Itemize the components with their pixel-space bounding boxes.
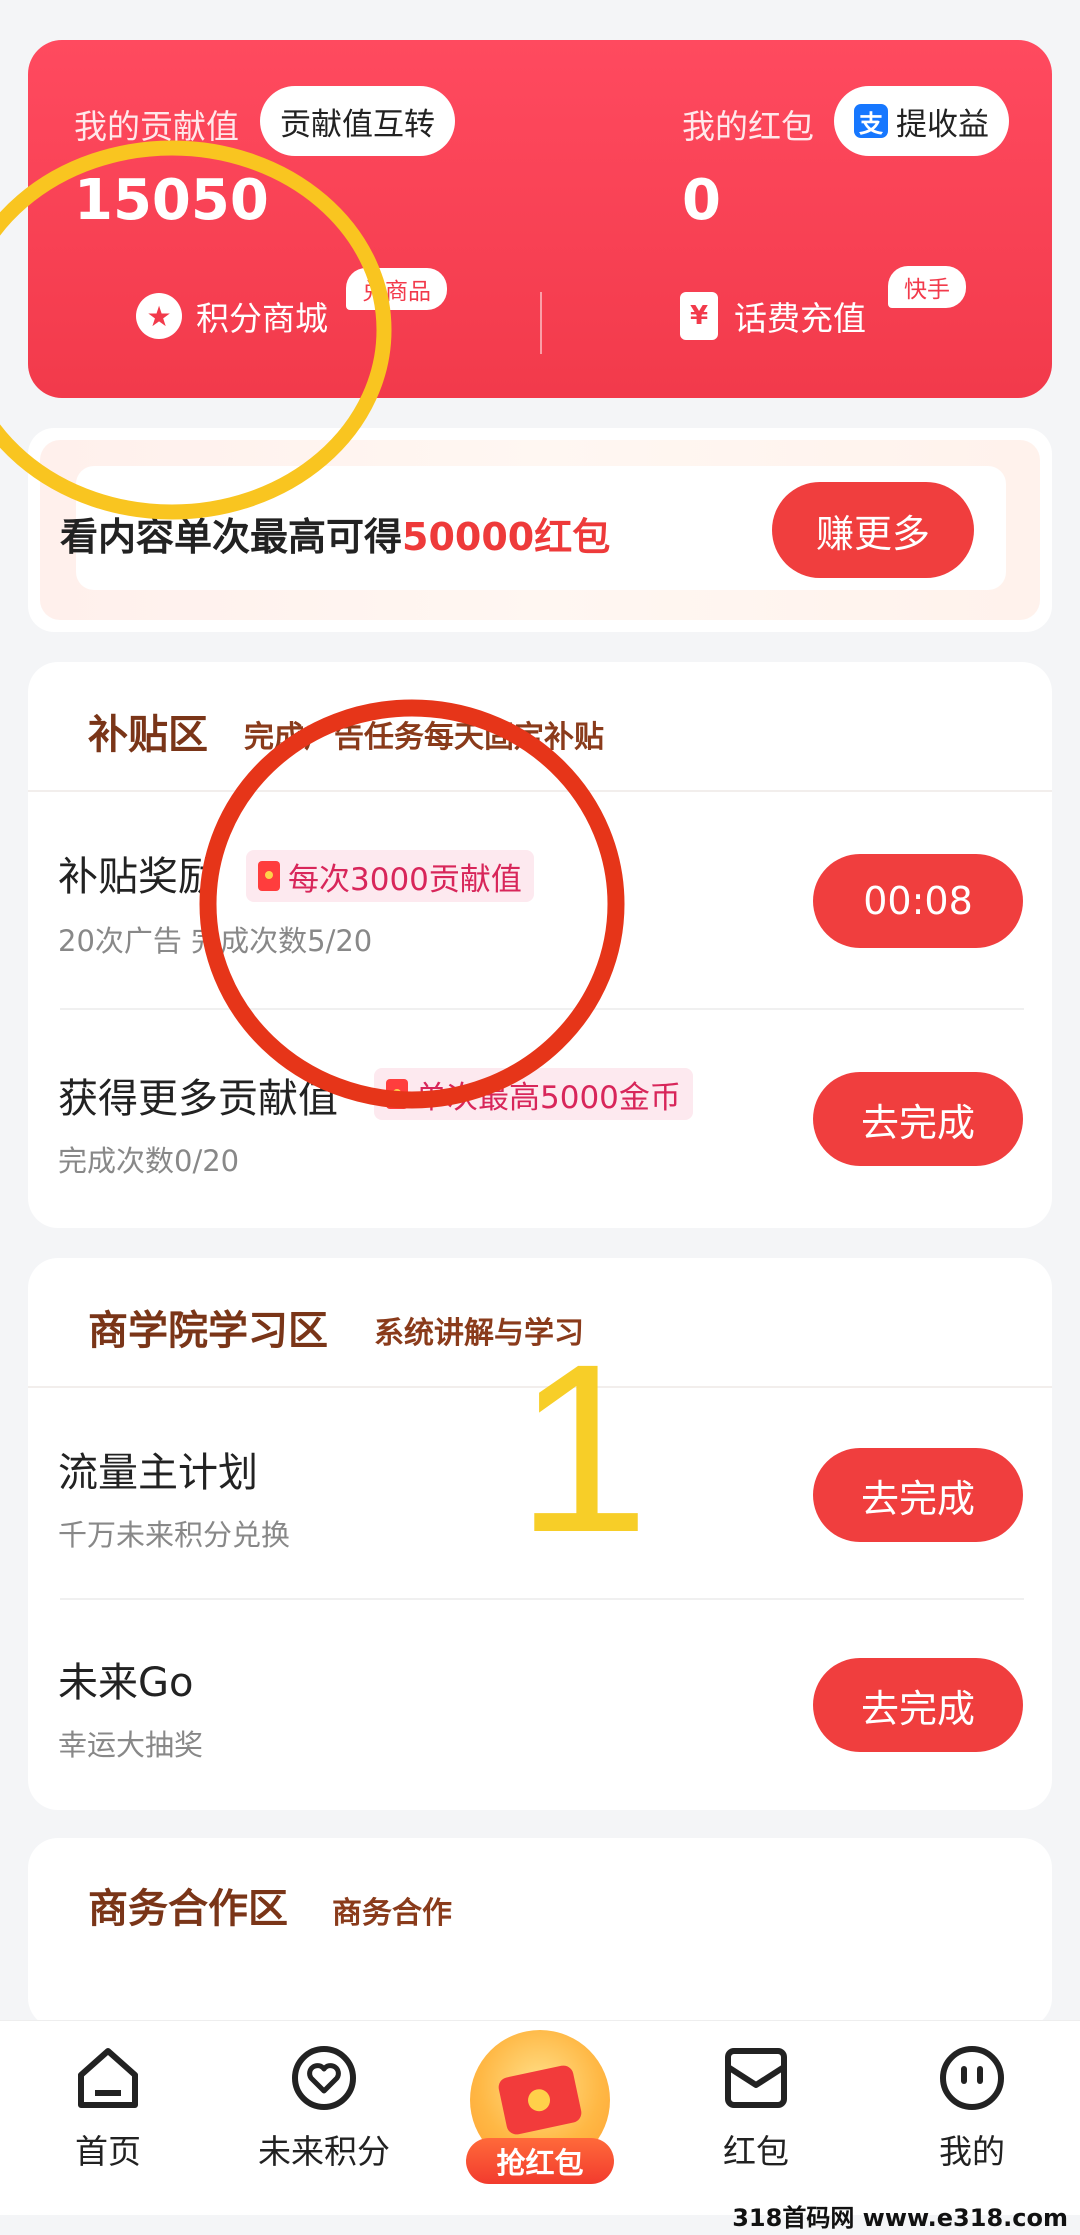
banner-text-highlight: 50000红包 [402, 515, 611, 559]
subsidy-subtitle: 完成广告任务每天固定补贴 [244, 720, 604, 755]
smile-icon [939, 2045, 1005, 2111]
complete-task-button[interactable]: 去完成 [813, 1658, 1023, 1752]
phone-recharge-label: 话费充值 [734, 299, 866, 338]
contribution-swap-button[interactable]: 贡献值互转 [260, 86, 455, 156]
star-icon: ★ [136, 293, 182, 339]
redpacket-value: 0 [682, 168, 721, 233]
divider [540, 292, 542, 354]
task-title: 未来Go [58, 1660, 194, 1706]
task-description: 千万未来积分兑换 [58, 1518, 291, 1552]
contribution-value: 15050 [74, 168, 269, 233]
task-reward-tag-label: 每次3000贡献值 [288, 861, 522, 898]
red-envelope-icon [496, 2063, 584, 2137]
task-title: 补贴奖励 [58, 854, 218, 900]
academy-subtitle: 系统讲解与学习 [374, 1316, 584, 1351]
row-divider [60, 1008, 1024, 1010]
yuan-icon: ¥ [680, 292, 718, 340]
phone-recharge-link[interactable]: ¥ 话费充值 [680, 292, 866, 340]
points-mall-link[interactable]: ★ 积分商城 [136, 292, 328, 340]
points-mall-badge: 兑商品 [346, 268, 447, 310]
withdraw-label: 提收益 [896, 106, 989, 143]
alipay-icon: 支 [854, 104, 888, 138]
business-title: 商务合作区 [88, 1886, 288, 1932]
task-reward-tag: 单次最高5000金币 [374, 1068, 693, 1120]
task-progress: 完成次数0/20 [58, 1144, 240, 1178]
earn-more-button[interactable]: 赚更多 [772, 482, 974, 578]
banner-text: 看内容单次最高可得50000红包 [60, 506, 610, 561]
nav-redpacket[interactable]: 红包 [676, 2045, 836, 2173]
nav-home[interactable]: 首页 [28, 2045, 188, 2173]
watermark: 318首码网 www.e318.com [732, 2204, 1068, 2232]
task-reward-tag: 每次3000贡献值 [246, 850, 534, 902]
withdraw-button[interactable]: 支 提收益 [834, 86, 1009, 156]
task-progress: 20次广告 完成次数5/20 [58, 924, 373, 958]
academy-title: 商学院学习区 [88, 1308, 328, 1354]
section-divider [28, 790, 1052, 792]
task-description: 幸运大抽奖 [58, 1728, 204, 1762]
heart-icon [291, 2045, 357, 2111]
academy-section: 商学院学习区 系统讲解与学习 流量主计划 千万未来积分兑换 去完成 未来Go 幸… [28, 1258, 1052, 1810]
nav-points[interactable]: 未来积分 [244, 2045, 404, 2173]
row-divider [60, 1598, 1024, 1600]
complete-task-button[interactable]: 去完成 [813, 1072, 1023, 1166]
nav-home-label: 首页 [75, 2132, 141, 2171]
account-summary-card: 我的贡献值 贡献值互转 15050 我的红包 支 提收益 0 ★ 积分商城 兑商… [28, 40, 1052, 398]
business-section: 商务合作区 商务合作 [28, 1838, 1052, 2028]
subsidy-section: 补贴区 完成广告任务每天固定补贴 补贴奖励 每次3000贡献值 20次广告 完成… [28, 662, 1052, 1228]
section-divider [28, 1386, 1052, 1388]
contribution-label: 我的贡献值 [74, 107, 239, 146]
points-mall-label: 积分商城 [196, 299, 328, 338]
nav-points-label: 未来积分 [258, 2132, 390, 2171]
envelope-icon [723, 2045, 789, 2111]
phone-recharge-badge: 快手 [888, 266, 966, 308]
redpacket-label: 我的红包 [682, 107, 814, 146]
task-reward-tag-label: 单次最高5000金币 [416, 1079, 681, 1116]
red-envelope-icon [386, 1079, 408, 1109]
subsidy-title: 补贴区 [88, 712, 208, 758]
task-title: 获得更多贡献值 [58, 1076, 338, 1122]
nav-mine[interactable]: 我的 [892, 2045, 1052, 2173]
business-subtitle: 商务合作 [332, 1896, 452, 1931]
task-countdown-button[interactable]: 00:08 [813, 854, 1023, 948]
banner-text-prefix: 看内容单次最高可得 [60, 515, 403, 559]
complete-task-button[interactable]: 去完成 [813, 1448, 1023, 1542]
grab-redpacket-label[interactable]: 抢红包 [466, 2138, 614, 2184]
red-envelope-icon [258, 861, 280, 891]
nav-redpacket-label: 红包 [723, 2132, 789, 2171]
home-icon [75, 2045, 141, 2111]
nav-mine-label: 我的 [939, 2132, 1005, 2171]
task-title: 流量主计划 [58, 1450, 258, 1496]
